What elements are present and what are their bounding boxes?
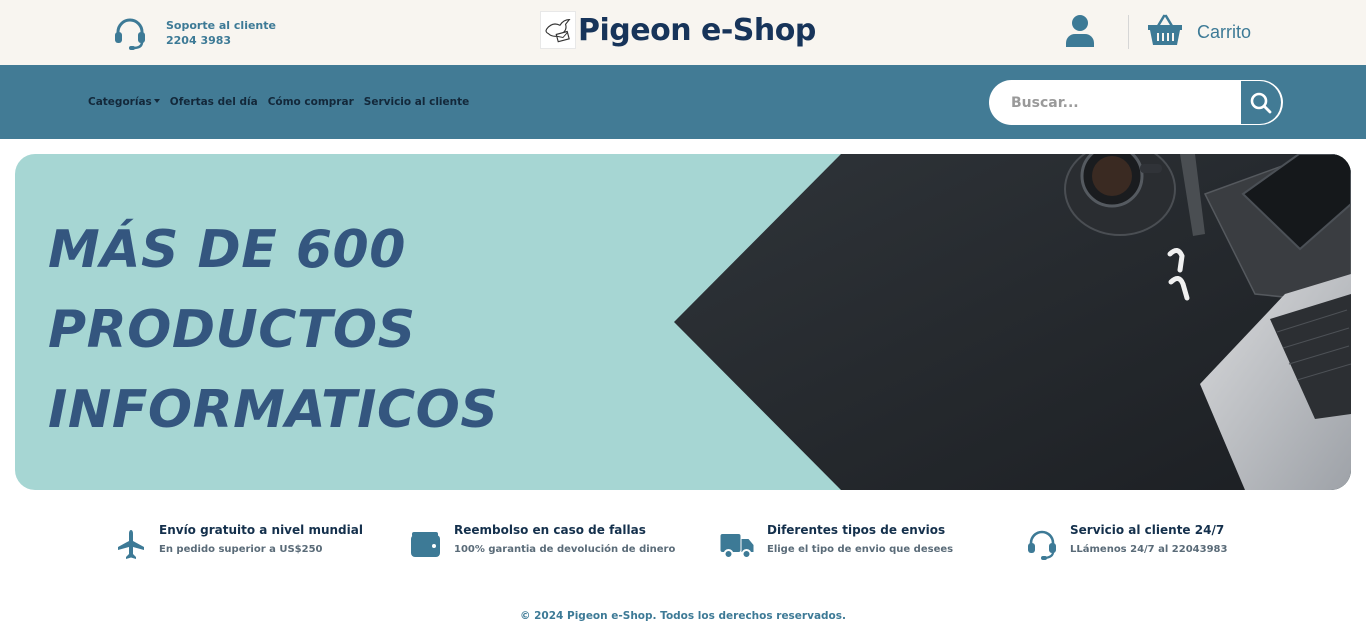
feature-subtitle: Elige el tipo de envio que desees [767,544,954,555]
feature-title: Servicio al cliente 24/7 [1070,523,1225,537]
nav-item-customer-service[interactable]: Servicio al cliente [364,96,470,108]
truck-icon [720,534,754,559]
headset-icon [1028,530,1056,560]
search-bar [989,80,1283,125]
cart-button[interactable]: Carrito [1147,13,1251,47]
feature-subtitle: LLámenos 24/7 al 22043983 [1070,544,1228,555]
feature-text: Diferentes tipos de envios Elige el tipo… [767,522,953,556]
support-text: Soporte al cliente 2204 3983 [166,18,276,48]
nav-item-how-to-buy[interactable]: Cómo comprar [268,96,354,108]
feature-text: Envío gratuito a nivel mundial En pedido… [159,522,363,556]
nav-item-label: Categorías [88,96,152,108]
wallet-icon [411,532,440,557]
support-phone: 2204 3983 [166,34,232,47]
feature-text: Reembolso en caso de fallas 100% garanti… [454,522,675,556]
footer-copyright: © 2024 Pigeon e-Shop. Todos los derechos… [519,610,847,622]
headset-icon [115,18,145,50]
pigeon-logo-icon [540,11,576,49]
hero-banner[interactable]: MÁS DE 600 PRODUCTOS INFORMATICOS [15,154,1351,490]
cart-label: Carrito [1197,21,1252,42]
nav-item-categories[interactable]: Categorías [88,96,160,108]
hero-headline: MÁS DE 600 PRODUCTOS INFORMATICOS [48,210,498,450]
feature-text: Servicio al cliente 24/7 LLámenos 24/7 a… [1070,522,1227,556]
feature-customer-service: Servicio al cliente 24/7 LLámenos 24/7 a… [1026,522,1227,560]
feature-refund: Reembolso en caso de fallas 100% garanti… [410,522,675,560]
feature-title: Diferentes tipos de envios [767,523,946,537]
caret-down-icon [153,99,160,103]
airplane-icon [118,530,144,559]
nav-links: Categorías Ofertas del día Cómo comprar … [88,96,479,108]
nav-item-deals[interactable]: Ofertas del día [170,96,258,108]
main-nav: Categorías Ofertas del día Cómo comprar … [0,65,1366,139]
hero-line: MÁS DE 600 [48,220,406,280]
feature-subtitle: 100% garantia de devolución de dinero [454,544,676,555]
basket-icon [1148,14,1182,45]
hero-line: PRODUCTOS [48,300,416,360]
feature-title: Reembolso en caso de fallas [454,523,646,537]
top-bar: Soporte al cliente 2204 3983 Pigeon e-Sh… [0,0,1366,65]
header-divider [1128,15,1129,49]
feature-free-shipping: Envío gratuito a nivel mundial En pedido… [115,522,363,560]
support-title: Soporte al cliente [166,19,276,32]
hero-line: INFORMATICOS [48,380,499,440]
account-icon[interactable] [1064,14,1096,48]
search-input[interactable] [989,80,1241,125]
brand-home-link[interactable]: Pigeon e-Shop [540,11,816,49]
search-icon [1250,92,1272,113]
feature-shipping-types: Diferentes tipos de envios Elige el tipo… [720,522,953,560]
feature-subtitle: En pedido superior a US$250 [159,544,323,555]
search-button[interactable] [1241,81,1281,124]
brand-name: Pigeon e-Shop [578,12,816,48]
customer-support[interactable]: Soporte al cliente 2204 3983 [112,15,276,51]
feature-title: Envío gratuito a nivel mundial [159,523,363,537]
